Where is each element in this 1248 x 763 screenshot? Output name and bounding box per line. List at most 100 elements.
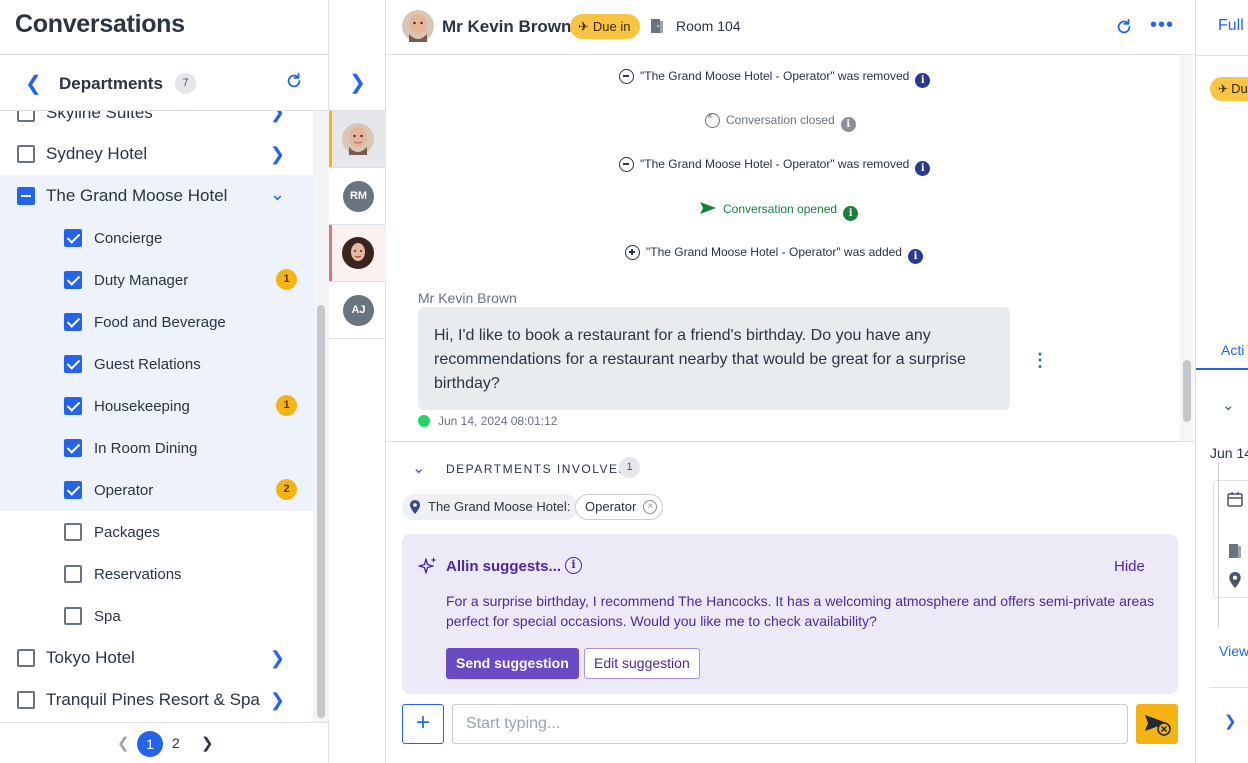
chevron-right-icon[interactable]: ❯	[201, 734, 214, 752]
checkbox[interactable]	[17, 145, 35, 163]
full-view-link[interactable]: Full	[1218, 17, 1244, 35]
remove-icon[interactable]: ×	[643, 500, 658, 514]
checkbox[interactable]	[17, 187, 35, 205]
plus-circle-icon	[625, 245, 640, 260]
subdepartment-row[interactable]: Operator 2	[0, 469, 313, 511]
chevron-right-icon[interactable]: ❯	[1224, 712, 1237, 730]
system-event: "The Grand Moose Hotel - Operator" was r…	[619, 69, 931, 88]
subdepartment-row[interactable]: In Room Dining	[0, 427, 313, 469]
chevron-right-icon[interactable]: ❯	[329, 55, 386, 111]
subdepartment-row[interactable]: Packages	[0, 511, 313, 553]
chevron-right-icon[interactable]: ❯	[270, 690, 285, 711]
checkbox[interactable]	[64, 607, 82, 625]
department-row-skyline-suites[interactable]: Skyline Suites ❯	[0, 111, 313, 133]
edit-suggestion-button[interactable]: Edit suggestion	[584, 648, 700, 679]
department-label: Skyline Suites	[46, 111, 153, 122]
department-row-tranquil-pines[interactable]: Tranquil Pines Resort & Spa ❯	[0, 679, 313, 721]
departments-count-badge: 7	[175, 73, 196, 94]
send-suggestion-button[interactable]: Send suggestion	[446, 648, 579, 679]
minus-circle-icon	[619, 157, 634, 172]
event-text: "The Grand Moose Hotel - Operator" was r…	[640, 157, 910, 171]
checkbox[interactable]	[17, 649, 35, 667]
chevron-right-icon[interactable]: ❯	[270, 648, 285, 669]
conversation-avatar-item[interactable]	[329, 111, 386, 168]
info-icon[interactable]: i	[840, 117, 856, 132]
hide-suggestion-button[interactable]: Hide	[1114, 558, 1145, 575]
info-icon[interactable]: i	[915, 161, 931, 176]
subdepartment-row[interactable]: Concierge	[0, 217, 313, 259]
chevron-right-icon[interactable]: ❯	[270, 144, 285, 165]
view-link[interactable]: View	[1219, 643, 1248, 659]
guest-avatar	[342, 237, 374, 269]
chevron-right-icon[interactable]: ❯	[270, 111, 285, 123]
checkbox[interactable]	[64, 229, 82, 247]
checkbox[interactable]	[17, 691, 35, 709]
message-input[interactable]	[452, 704, 1128, 744]
chevron-down-icon[interactable]: ⌄	[412, 458, 425, 478]
chevron-left-icon[interactable]: ❮	[117, 734, 130, 752]
subdepartment-row[interactable]: Reservations	[0, 553, 313, 595]
checkbox[interactable]	[64, 565, 82, 583]
add-attachment-button[interactable]: +	[402, 704, 444, 744]
subdepartment-label: In Room Dining	[94, 440, 198, 457]
subdepartment-row[interactable]: Guest Relations	[0, 343, 313, 385]
system-event: "The Grand Moose Hotel - Operator" was r…	[619, 157, 931, 176]
checkbox[interactable]	[17, 111, 35, 122]
system-event: "The Grand Moose Hotel - Operator" was a…	[625, 245, 923, 264]
due-in-badge: ✈ Due in	[570, 14, 641, 39]
unread-badge: 1	[276, 395, 297, 416]
department-row-sydney-hotel[interactable]: Sydney Hotel ❯	[0, 133, 313, 175]
chevron-down-icon[interactable]: ⌄	[270, 184, 285, 205]
tab-activity[interactable]: Acti	[1221, 342, 1244, 358]
conversation-avatar-item[interactable]: AJ	[329, 282, 386, 339]
subdepartment-row[interactable]: Duty Manager 1	[0, 259, 313, 301]
system-event: × Conversation closed i	[705, 111, 856, 132]
checkbox[interactable]	[64, 355, 82, 373]
send-button[interactable]	[1136, 704, 1178, 744]
page-button-current[interactable]: 1	[137, 731, 163, 757]
subdepartment-label: Reservations	[94, 566, 182, 583]
page-button[interactable]: 2	[172, 735, 180, 751]
whatsapp-icon	[418, 415, 430, 427]
checkbox[interactable]	[64, 439, 82, 457]
info-icon[interactable]: i	[565, 557, 582, 574]
hotel-chip: The Grand Moose Hotel:	[402, 494, 579, 520]
department-chip-label: Operator	[585, 499, 637, 514]
departments-involved-title: DEPARTMENTS INVOLVED	[446, 462, 629, 476]
chevron-left-icon[interactable]: ❮	[25, 71, 42, 96]
subdepartment-label: Duty Manager	[94, 272, 189, 289]
checkbox[interactable]	[64, 313, 82, 331]
subdepartment-label: Concierge	[94, 230, 163, 247]
message-options-icon[interactable]: ⋮	[1031, 350, 1049, 371]
checkbox[interactable]	[64, 397, 82, 415]
subdepartment-label: Food and Beverage	[94, 314, 226, 331]
checkbox[interactable]	[64, 271, 82, 289]
department-label: Tokyo Hotel	[46, 648, 135, 667]
department-row-grand-moose[interactable]: The Grand Moose Hotel ⌄	[0, 175, 313, 217]
scrollbar-thumb[interactable]	[1183, 360, 1191, 422]
refresh-icon[interactable]	[285, 72, 303, 90]
subdepartment-label: Housekeeping	[94, 398, 190, 415]
active-tab-indicator	[1196, 368, 1248, 370]
activity-card[interactable]	[1213, 480, 1248, 598]
conversation-avatar-item[interactable]: RM	[329, 168, 386, 225]
avatar: RM	[343, 181, 374, 212]
page-title: Conversations	[15, 10, 185, 38]
subdepartment-row[interactable]: Spa	[0, 595, 313, 637]
checkbox[interactable]	[64, 523, 82, 541]
checkbox[interactable]	[64, 481, 82, 499]
info-icon[interactable]: i	[843, 206, 859, 221]
info-icon[interactable]: i	[915, 73, 931, 88]
conversation-avatar-item[interactable]	[329, 225, 386, 282]
refresh-icon[interactable]	[1115, 18, 1133, 36]
chevron-down-icon[interactable]: ⌄	[1222, 396, 1235, 414]
departments-list: Skyline Suites ❯ Sydney Hotel ❯ The Gran…	[0, 111, 313, 722]
subdepartment-row[interactable]: Food and Beverage	[0, 301, 313, 343]
subdepartment-row[interactable]: Housekeeping 1	[0, 385, 313, 427]
event-text: Conversation closed	[726, 113, 835, 127]
department-row-tokyo-hotel[interactable]: Tokyo Hotel ❯	[0, 637, 313, 679]
more-options-icon[interactable]: •••	[1150, 14, 1174, 37]
suggestion-title: Allin suggests...	[446, 558, 562, 575]
info-icon[interactable]: i	[907, 249, 923, 264]
scrollbar-thumb[interactable]	[317, 305, 325, 718]
